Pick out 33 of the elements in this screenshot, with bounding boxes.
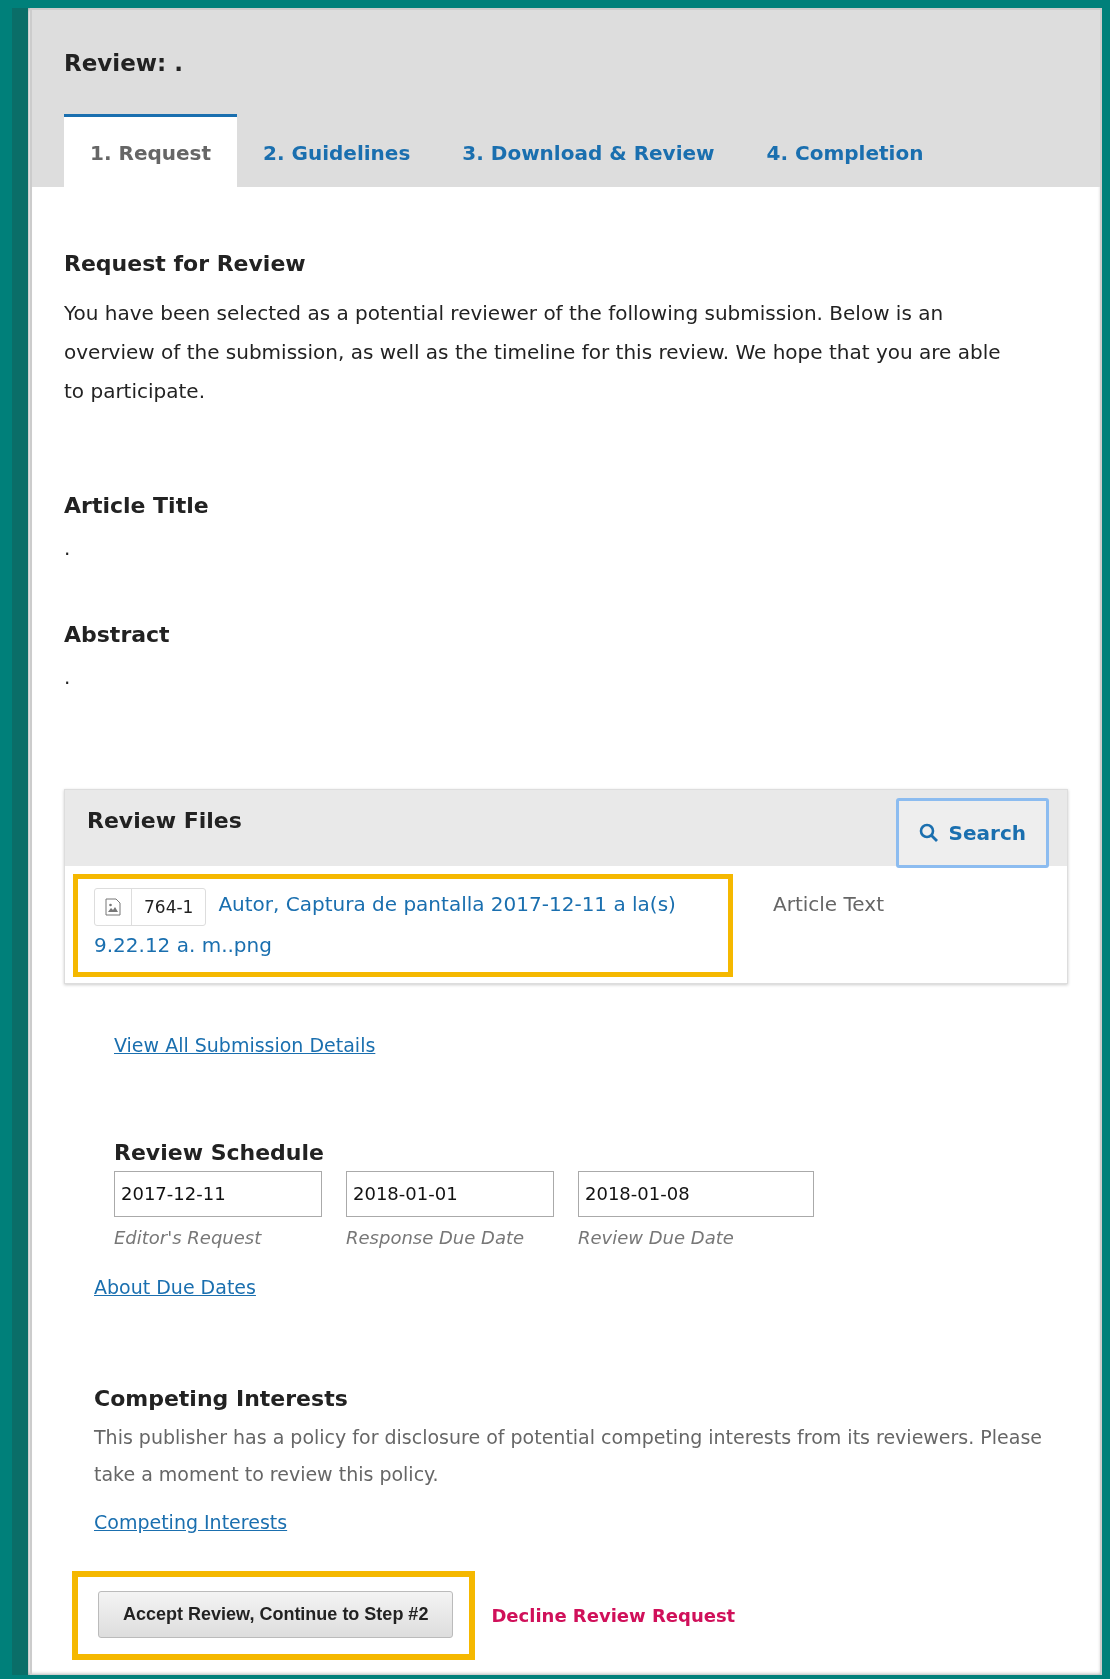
- date-field[interactable]: 2018-01-01: [346, 1170, 554, 1217]
- section-heading: Request for Review: [64, 251, 307, 276]
- page-title: Review: .: [64, 50, 184, 76]
- date-label: Review Due Date: [578, 1226, 735, 1248]
- file-type: Article Text: [773, 891, 884, 916]
- section-heading: Competing Interests: [94, 1385, 349, 1411]
- section-heading: Review Schedule: [114, 1139, 325, 1165]
- panel-heading: Review Files: [87, 808, 242, 833]
- section-heading: Abstract: [64, 622, 171, 647]
- file-link[interactable]: 9.22.12 a. m..png: [94, 932, 272, 957]
- abstract-value: .: [64, 665, 72, 689]
- article-title-value: .: [64, 536, 72, 560]
- date-label: Response Due Date: [346, 1226, 526, 1248]
- file-link[interactable]: Autor, Captura de pantalla 2017-12-11 a la(s): [218, 892, 676, 916]
- search-button[interactable]: Search: [895, 798, 1049, 868]
- file-id-badge: 764-1: [94, 887, 207, 926]
- accept-button[interactable]: Accept Review, Continue to Step #2: [98, 1590, 454, 1638]
- section-heading: Article Title: [64, 493, 210, 518]
- search-icon: [918, 823, 939, 843]
- request-text: You have been selected as a potential reviewer of the following submission. Below is an overview of the submission, as well as the timeline for this review. We hope that you are able to participate.: [64, 300, 1002, 405]
- details-link[interactable]: View All Submission Details: [114, 1033, 376, 1056]
- competing-interests-link[interactable]: Competing Interests: [94, 1510, 288, 1533]
- image-file-icon: [105, 897, 121, 916]
- competing-text: This publisher has a policy for disclosure of potential competing interests from its reviewers. Please take a moment to review this policy.: [94, 1424, 1043, 1487]
- tab[interactable]: 3. Download & Review: [436, 114, 741, 187]
- decline-link[interactable]: Decline Review Request: [491, 1604, 736, 1626]
- tab[interactable]: 4. Completion: [740, 114, 950, 187]
- date-field[interactable]: 2017-12-11: [114, 1170, 322, 1217]
- tab[interactable]: 2. Guidelines: [237, 114, 437, 187]
- about-due-dates-link[interactable]: About Due Dates: [94, 1275, 256, 1298]
- tab[interactable]: 1. Request: [64, 114, 238, 187]
- date-label: Editor's Request: [114, 1226, 263, 1248]
- date-field[interactable]: 2018-01-08: [578, 1170, 814, 1217]
